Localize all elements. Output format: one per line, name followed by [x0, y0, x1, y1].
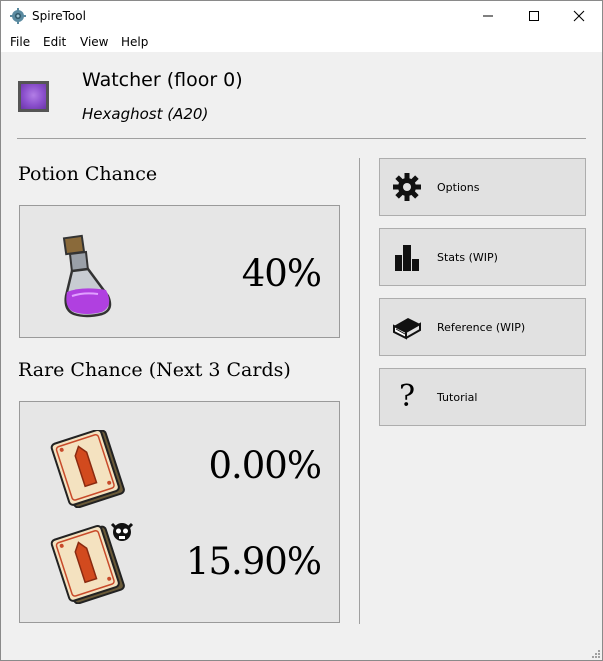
resize-grip-icon[interactable]	[590, 648, 600, 658]
minimize-button[interactable]	[465, 1, 511, 31]
header-divider	[17, 138, 586, 139]
options-button-label: Options	[437, 181, 480, 194]
character-color-swatch	[21, 84, 46, 109]
rare-card-icon	[50, 430, 125, 508]
character-avatar	[18, 81, 49, 112]
menu-view[interactable]: View	[80, 35, 108, 49]
stats-button-label: Stats (WIP)	[437, 251, 498, 264]
potion-chance-title: Potion Chance	[18, 163, 158, 185]
main-content: Watcher (floor 0) Hexaghost (A20) Potion…	[1, 52, 602, 660]
rare-chance-value-1: 0.00%	[208, 444, 322, 487]
reference-button-label: Reference (WIP)	[437, 321, 526, 334]
title-bar: SpireTool	[1, 1, 602, 31]
rare-card-with-skull-icon	[50, 522, 134, 604]
reference-button[interactable]: Reference (WIP)	[379, 298, 586, 356]
rare-chance-title: Rare Chance (Next 3 Cards)	[18, 359, 291, 381]
menu-edit[interactable]: Edit	[43, 35, 66, 49]
character-name: Watcher (floor 0)	[82, 69, 243, 91]
rare-chance-panel: 0.00% 15.90%	[19, 401, 340, 623]
tutorial-button-label: Tutorial	[437, 391, 478, 404]
minimize-icon	[483, 15, 493, 17]
window-title: SpireTool	[32, 9, 86, 23]
potion-chance-value: 40%	[241, 252, 322, 295]
menu-bar: File Edit View Help	[1, 31, 602, 52]
book-icon	[392, 312, 422, 342]
close-button[interactable]	[556, 1, 602, 31]
maximize-button[interactable]	[511, 1, 557, 31]
menu-help[interactable]: Help	[121, 35, 148, 49]
close-icon	[573, 10, 585, 22]
boss-name: Hexaghost (A20)	[82, 105, 209, 123]
tutorial-button[interactable]: ? Tutorial	[379, 368, 586, 426]
bar-chart-icon	[392, 242, 422, 272]
potion-chance-panel: 40%	[19, 205, 340, 338]
gear-app-icon	[10, 8, 26, 24]
question-mark-icon: ?	[398, 379, 416, 414]
gear-icon	[392, 172, 422, 202]
options-button[interactable]: Options	[379, 158, 586, 216]
app-window: SpireTool File Edit View Help Watcher (f…	[0, 0, 603, 661]
menu-file[interactable]: File	[10, 35, 30, 49]
potion-flask-icon	[62, 234, 112, 318]
rare-chance-value-2: 15.90%	[185, 540, 322, 583]
stats-button[interactable]: Stats (WIP)	[379, 228, 586, 286]
maximize-icon	[529, 11, 539, 21]
column-divider	[359, 158, 360, 624]
